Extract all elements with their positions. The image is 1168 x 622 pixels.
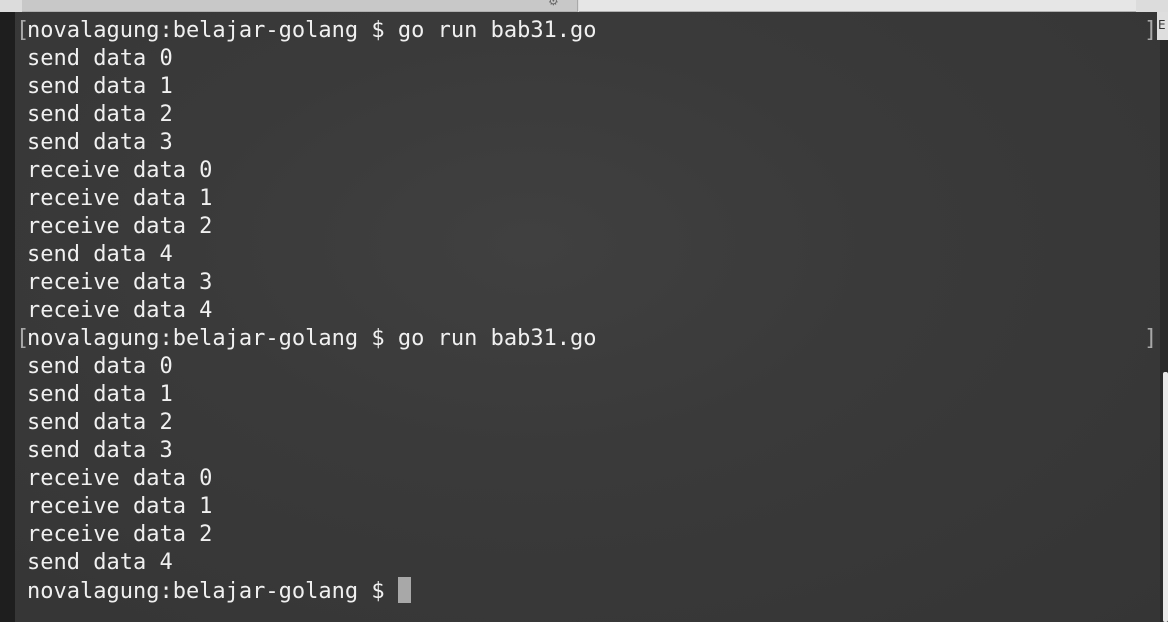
- scrollbar-thumb[interactable]: [1163, 372, 1168, 622]
- terminal-output: novalagung:belajar-golang $ go run bab31…: [27, 17, 597, 605]
- output-line: send data 0: [27, 46, 173, 71]
- gear-icon[interactable]: ⚙: [548, 0, 559, 8]
- output-line: receive data 2: [27, 522, 213, 547]
- command-line: novalagung:belajar-golang $ go run bab31…: [27, 326, 597, 351]
- output-line: receive data 1: [27, 186, 213, 211]
- command-line: novalagung:belajar-golang $ go run bab31…: [27, 18, 597, 43]
- side-strip: [0, 12, 15, 622]
- output-line: send data 3: [27, 438, 173, 463]
- tab-bar: ⚙: [0, 0, 1168, 12]
- output-line: receive data 2: [27, 214, 213, 239]
- output-line: send data 0: [27, 354, 173, 379]
- terminal-screen: ⚙ › E [ ] [ ] novalagung:belajar-golang …: [0, 0, 1168, 622]
- output-line: send data 1: [27, 74, 173, 99]
- selection-right-bracket: ]: [1144, 326, 1158, 351]
- output-line: receive data 0: [27, 158, 213, 183]
- output-line: send data 3: [27, 130, 173, 155]
- shell-prompt: novalagung:belajar-golang $: [27, 579, 398, 604]
- output-line: send data 2: [27, 102, 173, 127]
- output-line: receive data 1: [27, 494, 213, 519]
- text-cursor: [397, 577, 411, 603]
- output-line: receive data 3: [27, 270, 213, 295]
- output-line: send data 1: [27, 382, 173, 407]
- output-line: send data 4: [27, 550, 173, 575]
- tab-right[interactable]: [579, 0, 1136, 12]
- top-right-edge-label: E: [1158, 18, 1166, 32]
- output-line: send data 2: [27, 410, 173, 435]
- selection-right-bracket: ]: [1144, 18, 1158, 43]
- prompt-line[interactable]: novalagung:belajar-golang $: [27, 577, 597, 605]
- output-line: receive data 0: [27, 466, 213, 491]
- output-line: receive data 4: [27, 298, 213, 323]
- output-line: send data 4: [27, 242, 173, 267]
- tab-left[interactable]: [22, 0, 578, 12]
